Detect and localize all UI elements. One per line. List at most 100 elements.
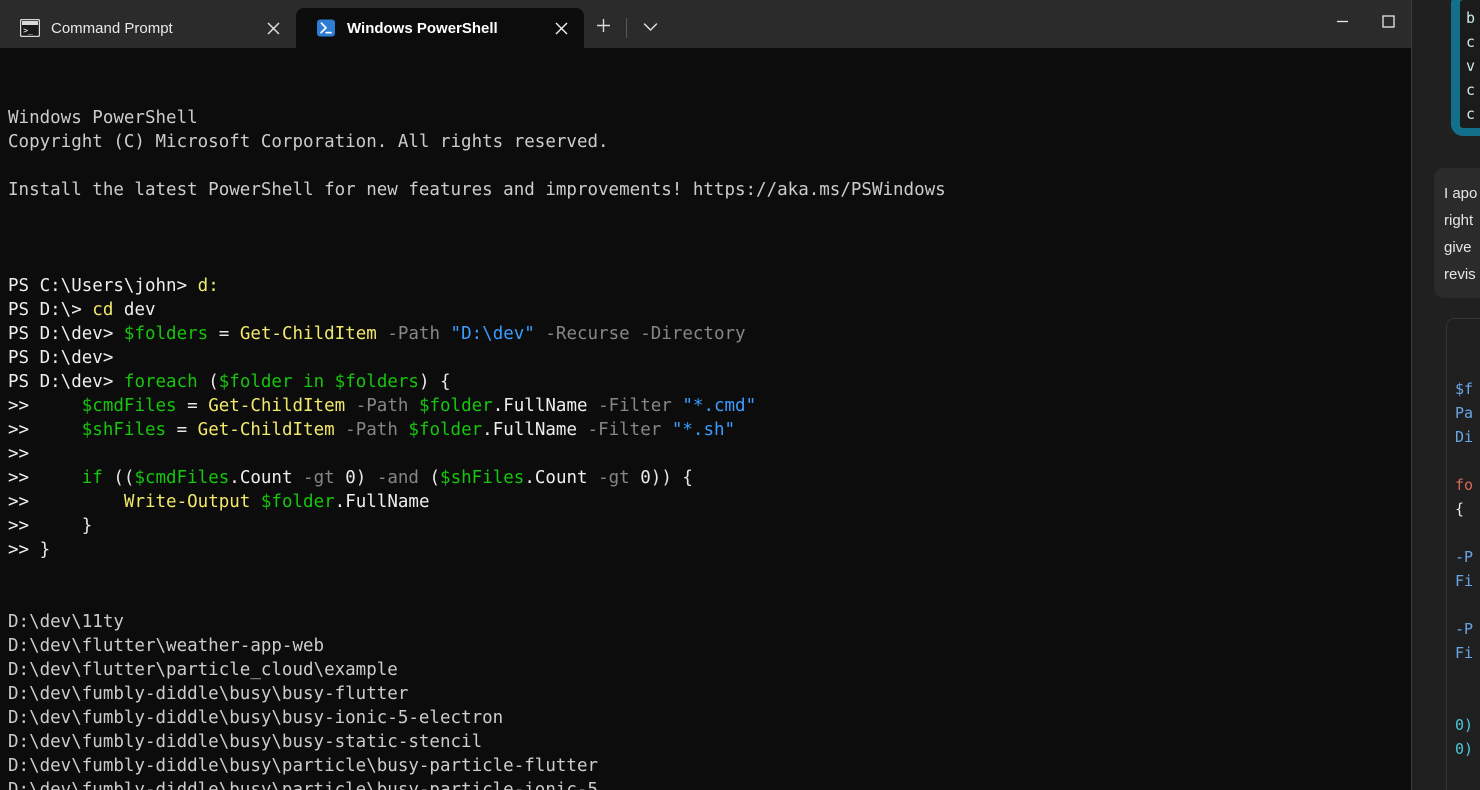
terminal-token: 0 [334,468,356,488]
terminal-token: -Filter [587,396,672,416]
background-code-line: { [1455,500,1465,518]
powershell-icon [316,19,336,37]
terminal-command-line: >> Write-Output $folder.FullName [8,490,1411,514]
terminal-command-line: PS D:\dev> foreach ($folder in $folders)… [8,370,1411,394]
title-bar[interactable]: >_ Command Prompt Windows PowerShell [0,0,1411,48]
tab-windows-powershell-close-icon[interactable] [544,13,578,43]
terminal-token: -Path [334,420,398,440]
terminal-token: Get-ChildItem [197,420,335,440]
minimize-icon [1336,15,1349,33]
terminal-token: d: [197,276,219,296]
terminal-token: $shFiles [440,468,525,488]
terminal-token: $folder [418,396,493,416]
terminal-banner-line: Install the latest PowerShell for new fe… [8,180,946,200]
terminal-token: PS C:\Users\john> [8,276,198,296]
terminal-command-history: PS C:\Users\john> d: PS D:\> cd dev PS D:\… [8,274,1411,562]
terminal-token: -Path [345,396,409,416]
background-code-line [1455,761,1480,785]
terminal-token: $folder [260,492,335,512]
background-code-line: -P [1455,620,1474,638]
tab-windows-powershell[interactable]: Windows PowerShell [296,8,584,48]
terminal-output-line: D:\dev\fumbly-diddle\busy\particle\busy-… [8,756,599,776]
tab-strip: >_ Command Prompt Windows PowerShell [0,0,1319,48]
terminal-token: ( [197,372,219,392]
terminal-token: $folders [123,324,209,344]
window-controls [1319,0,1411,48]
terminal-command-line: PS C:\Users\john> d: [8,274,1411,298]
tab-command-prompt-close-icon[interactable] [256,13,290,43]
tabbar-separator [626,18,627,38]
chevron-down-icon [643,19,658,37]
background-code-line [1455,521,1480,545]
tab-command-prompt-label: Command Prompt [51,19,173,37]
terminal-token: ( [418,468,441,488]
background-code-block: $f Pa Di fo { -P Fi -P Fi 0) 0) $f [1446,318,1480,790]
terminal-token: -Path [376,324,440,344]
minimize-button[interactable] [1319,0,1365,48]
background-code-line [1455,689,1480,713]
command-prompt-icon: >_ [19,18,41,38]
terminal-token: .Count [524,468,588,488]
terminal-token: "D:\dev" [450,324,535,344]
maximize-button[interactable] [1365,0,1411,48]
terminal-command-line: >> if (($cmdFiles.Count -gt 0) -and ($sh… [8,466,1411,490]
terminal-token: -gt [292,468,335,488]
tab-dropdown-button[interactable] [631,9,669,47]
terminal-token: .FullName [482,420,577,440]
terminal-token: $folder [218,372,293,392]
tab-command-prompt[interactable]: >_ Command Prompt [0,8,296,48]
terminal-token: in [292,372,335,392]
terminal-token: PS D:\dev> [8,324,124,344]
terminal-command-line: >> } [8,538,1411,562]
terminal-token: >> [8,420,82,440]
terminal-token: ) [355,468,377,488]
terminal-token: if [81,468,103,488]
terminal-token: = [166,420,198,440]
terminal-token: >> [8,444,30,464]
terminal-command-line: PS D:\> cd dev [8,298,1411,322]
terminal-token: 0 [629,468,651,488]
terminal-output-line: D:\dev\flutter\weather-app-web [8,636,325,656]
terminal-command-line: >> $cmdFiles = Get-ChildItem -Path $fold… [8,394,1411,418]
background-code-line: $f [1455,380,1474,398]
terminal-output-line: D:\dev\fumbly-diddle\busy\busy-flutter [8,684,409,704]
terminal-token: "*.sh" [671,420,736,440]
background-code-line: 0) [1455,716,1474,734]
terminal-window: >_ Command Prompt Windows PowerShell Win… [0,0,1411,790]
terminal-token: = [176,396,209,416]
terminal-output-line: D:\dev\fumbly-diddle\busy\busy-static-st… [8,732,483,752]
terminal-token: )) { [650,468,693,488]
background-code-line: $f [1455,785,1480,790]
terminal-banner: Windows PowerShell Copyright (C) Microsof… [8,106,1411,226]
terminal-token: -and [376,468,419,488]
terminal-token: >> [8,516,82,536]
background-answer-text: I apo right give revis prov [1434,168,1480,298]
new-tab-button[interactable] [584,9,622,47]
terminal-token: >> [8,468,82,488]
terminal-banner-line: Copyright (C) Microsoft Corporation. All… [8,132,609,152]
terminal-text: Windows PowerShell Copyright (C) Microsof… [8,58,1411,790]
background-code-line [1455,449,1480,473]
terminal-token: -Filter [577,420,662,440]
terminal-command-line: PS D:\dev> $folders = Get-ChildItem -Pat… [8,322,1411,346]
terminal-token: .FullName [492,396,588,416]
terminal-token: Get-ChildItem [239,324,377,344]
terminal-token: >> [8,396,82,416]
screen-root: b c v c c I apo right give revis prov $f… [0,0,1480,790]
svg-text:>_: >_ [23,26,33,35]
background-code-line: 0) [1455,740,1474,758]
terminal-output: D:\dev\11ty D:\dev\flutter\weather-app-we… [8,610,1411,790]
terminal-token: cd [92,300,114,320]
terminal-content-area[interactable]: Windows PowerShell Copyright (C) Microsof… [0,48,1411,790]
terminal-token: $folders [334,372,419,392]
tab-windows-powershell-label: Windows PowerShell [347,19,498,37]
background-code-line: -P [1455,548,1474,566]
terminal-token: $cmdFiles [81,396,177,416]
terminal-token: .Count [229,468,293,488]
terminal-token: -Recurse [534,324,630,344]
terminal-banner-line [8,154,1411,178]
maximize-icon [1381,15,1395,33]
